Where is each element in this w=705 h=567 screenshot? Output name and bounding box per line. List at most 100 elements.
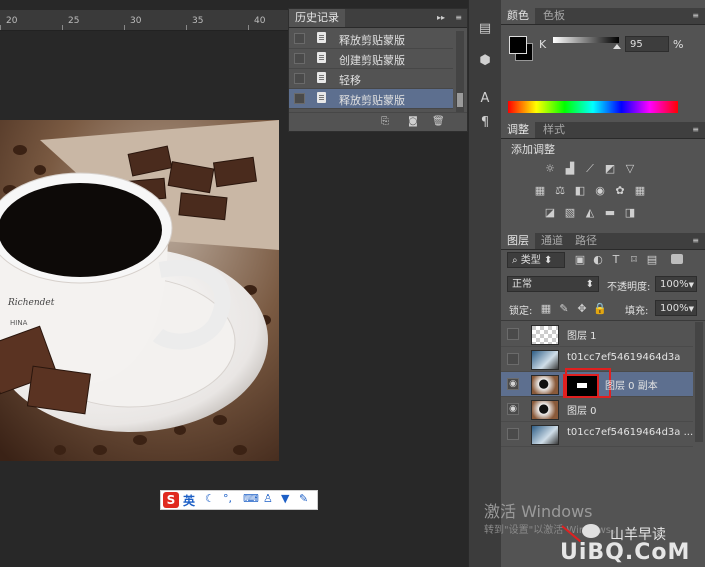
collapse-icon[interactable]: ▸▸ bbox=[437, 13, 445, 22]
layers-scrollbar[interactable] bbox=[695, 322, 703, 442]
hue-saturation-icon[interactable]: ▦ bbox=[533, 185, 547, 197]
layer-thumbnail bbox=[531, 400, 559, 420]
lock-position-icon[interactable]: ✥ bbox=[575, 303, 589, 315]
lock-transparent-icon[interactable]: ▦ bbox=[539, 303, 553, 315]
punctuation-icon[interactable]: °, bbox=[223, 492, 232, 505]
keyboard-icon[interactable]: ⌨ bbox=[243, 492, 259, 505]
tab-styles[interactable]: 样式 bbox=[537, 122, 571, 138]
panel-menu-icon[interactable]: ≡ bbox=[692, 12, 699, 20]
camera-snapshot-icon[interactable]: ◙ bbox=[407, 116, 419, 127]
history-state-1[interactable]: 创建剪贴蒙版 bbox=[289, 49, 453, 69]
paragraph-icon[interactable]: ¶ bbox=[475, 114, 495, 132]
color-balance-icon[interactable]: ⚖ bbox=[553, 185, 567, 197]
history-state-0[interactable]: 释放剪贴蒙版 bbox=[289, 29, 453, 49]
k-value-field[interactable]: 95 bbox=[625, 36, 669, 52]
ime-mode-label[interactable]: 英 bbox=[183, 492, 195, 509]
color-spectrum-bar[interactable] bbox=[508, 101, 678, 113]
history-state-label: 轻移 bbox=[339, 74, 361, 87]
tab-history[interactable]: 历史记录 bbox=[289, 9, 345, 27]
trash-icon[interactable]: 🗑 bbox=[432, 116, 445, 127]
document-icon bbox=[317, 92, 326, 103]
opacity-field[interactable]: 100% ▼ bbox=[655, 276, 697, 292]
shirt-icon[interactable]: ▼ bbox=[281, 492, 289, 505]
canvas-image[interactable]: Richendet HINA bbox=[0, 120, 279, 461]
filter-type-icon[interactable]: T bbox=[609, 254, 623, 266]
lock-all-icon[interactable]: 🔒 bbox=[593, 303, 607, 315]
tab-layers[interactable]: 图层 bbox=[501, 233, 535, 249]
tab-adjustments[interactable]: 调整 bbox=[501, 122, 535, 138]
history-icon[interactable]: ▤ bbox=[475, 20, 495, 38]
threshold-icon[interactable]: ◭ bbox=[583, 207, 597, 219]
history-state-3[interactable]: 释放剪贴蒙版 bbox=[289, 89, 453, 109]
gradient-map-icon[interactable]: ▬ bbox=[603, 207, 617, 219]
filter-pixel-icon[interactable]: ▣ bbox=[573, 254, 587, 266]
layer-row-selected[interactable]: ◉ 图层 0 副本 bbox=[501, 368, 693, 398]
document-icon bbox=[317, 52, 326, 63]
panel-menu-icon[interactable]: ≡ bbox=[692, 126, 699, 134]
k-slider[interactable] bbox=[553, 37, 619, 43]
document-icon bbox=[317, 72, 326, 83]
filter-smart-object-icon[interactable]: ▤ bbox=[645, 254, 659, 266]
layer-row[interactable]: 图层 1 bbox=[501, 322, 693, 347]
activate-windows-subtitle: 转到"设置"以激活 Windows。 bbox=[484, 525, 622, 536]
filter-label: 类型 bbox=[520, 255, 541, 266]
posterize-icon[interactable]: ▧ bbox=[563, 207, 577, 219]
wechat-icon bbox=[582, 524, 600, 538]
3d-cube-icon[interactable]: ⬢ bbox=[475, 52, 495, 70]
sogou-logo-icon[interactable]: S bbox=[163, 492, 179, 508]
opacity-label: 不透明度: bbox=[607, 282, 651, 293]
visibility-toggle[interactable] bbox=[507, 428, 519, 440]
snapshot-checkbox[interactable] bbox=[294, 73, 305, 84]
snapshot-checkbox[interactable] bbox=[294, 93, 305, 104]
exposure-icon[interactable]: ◩ bbox=[603, 163, 617, 175]
tab-paths[interactable]: 路径 bbox=[569, 233, 603, 249]
panel-menu-icon[interactable]: ≡ bbox=[455, 13, 462, 22]
lock-image-icon[interactable]: ✎ bbox=[557, 303, 571, 315]
scroll-thumb[interactable] bbox=[457, 93, 463, 107]
layer-row[interactable]: t01cc7ef54619464d3a ... bbox=[501, 422, 693, 447]
filter-shape-icon[interactable]: ⌑ bbox=[627, 254, 641, 266]
opacity-value: 100% bbox=[660, 279, 689, 290]
tab-swatches[interactable]: 色板 bbox=[537, 8, 571, 24]
history-state-2[interactable]: 轻移 bbox=[289, 69, 453, 89]
foreground-color-swatch[interactable] bbox=[509, 36, 527, 54]
layer-row[interactable]: ◉ 图层 0 bbox=[501, 397, 693, 422]
color-lookup-icon[interactable]: ▦ bbox=[633, 185, 647, 197]
history-panel: 历史记录 ▸▸ ≡ 释放剪贴蒙版 创建剪贴蒙版 轻移 释放剪贴蒙版 ⎘ ◙ 🗑 bbox=[288, 8, 468, 132]
person-icon[interactable]: ♙ bbox=[263, 492, 273, 505]
channel-mixer-icon[interactable]: ✿ bbox=[613, 185, 627, 197]
layer-thumbnail bbox=[531, 425, 559, 445]
layer-thumbnail bbox=[531, 325, 559, 345]
slider-handle-icon[interactable] bbox=[613, 44, 621, 49]
adjustments-title: 添加调整 bbox=[511, 143, 555, 156]
levels-icon[interactable]: ▟ bbox=[563, 163, 577, 175]
visibility-toggle[interactable] bbox=[507, 353, 519, 365]
layer-name: 图层 0 副本 bbox=[605, 381, 658, 392]
blend-mode-select[interactable]: 正常 ⬍ bbox=[507, 276, 599, 292]
history-scrollbar[interactable] bbox=[456, 31, 464, 113]
layer-filter-select[interactable]: ⌕ 类型 ⬍ bbox=[507, 252, 565, 268]
tab-color[interactable]: 颜色 bbox=[501, 8, 535, 24]
ime-toolbar[interactable]: S 英 ☾ °, ⌨ ♙ ▼ ✎ bbox=[160, 490, 318, 510]
curves-icon[interactable]: ⟋ bbox=[583, 163, 597, 175]
filter-adjustment-icon[interactable]: ◐ bbox=[591, 254, 605, 266]
fill-field[interactable]: 100% ▼ bbox=[655, 300, 697, 316]
vibrance-icon[interactable]: ▽ bbox=[623, 163, 637, 175]
tab-channels[interactable]: 通道 bbox=[535, 233, 569, 249]
visibility-toggle[interactable] bbox=[507, 328, 519, 340]
character-icon[interactable]: A bbox=[475, 90, 495, 108]
black-white-icon[interactable]: ◧ bbox=[573, 185, 587, 197]
moon-icon[interactable]: ☾ bbox=[205, 492, 215, 505]
panel-menu-icon[interactable]: ≡ bbox=[692, 237, 699, 245]
snapshot-checkbox[interactable] bbox=[294, 33, 305, 44]
invert-icon[interactable]: ◪ bbox=[543, 207, 557, 219]
brightness-icon[interactable]: ☼ bbox=[543, 163, 557, 175]
photo-filter-icon[interactable]: ◉ bbox=[593, 185, 607, 197]
eye-icon[interactable]: ◉ bbox=[507, 378, 519, 390]
filter-toggle-icon[interactable] bbox=[671, 254, 683, 264]
wrench-icon[interactable]: ✎ bbox=[299, 492, 308, 505]
selective-color-icon[interactable]: ◨ bbox=[623, 207, 637, 219]
eye-icon[interactable]: ◉ bbox=[507, 403, 519, 415]
new-document-from-state-icon[interactable]: ⎘ bbox=[379, 116, 391, 127]
snapshot-checkbox[interactable] bbox=[294, 53, 305, 64]
